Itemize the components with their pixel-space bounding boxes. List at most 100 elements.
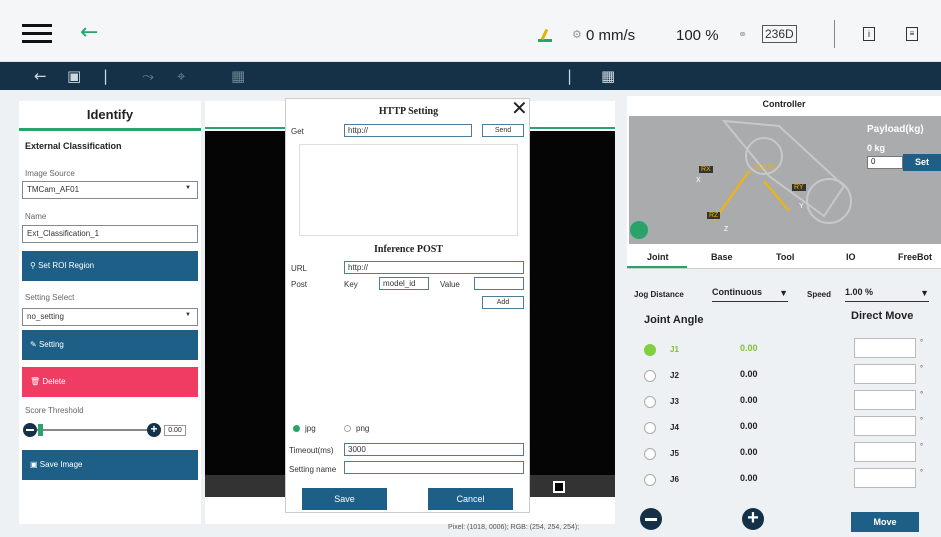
inference-title: Inference POST bbox=[374, 244, 443, 255]
score-slider[interactable]: + bbox=[23, 423, 163, 437]
joint-radio[interactable] bbox=[644, 448, 656, 460]
payload-set-button[interactable]: Set bbox=[903, 154, 941, 171]
get-url-input[interactable]: http:// bbox=[344, 124, 472, 137]
add-button[interactable]: Add bbox=[482, 296, 524, 309]
post-url-input[interactable]: http:// bbox=[344, 261, 524, 274]
tab-freebot[interactable]: FreeBot bbox=[898, 252, 932, 262]
joint-row: J1 0.00 ° bbox=[644, 338, 941, 362]
direct-move-input[interactable] bbox=[854, 364, 916, 384]
direct-move-input[interactable] bbox=[854, 390, 916, 410]
jpg-label: jpg bbox=[305, 424, 316, 433]
jog-minus-button[interactable] bbox=[640, 508, 662, 530]
joint-name: J1 bbox=[670, 345, 679, 354]
joint-radio[interactable] bbox=[644, 396, 656, 408]
send-button[interactable]: Send bbox=[482, 124, 524, 137]
image-icon: ▣ bbox=[30, 460, 40, 469]
joint-row: J5 0.00 ° bbox=[644, 442, 941, 466]
move-button[interactable]: Move bbox=[851, 512, 919, 532]
tab-joint[interactable]: Joint bbox=[647, 252, 669, 262]
robot-status-indicator bbox=[630, 221, 648, 239]
image-source-select[interactable]: TMCam_AF01 ▼ bbox=[22, 181, 198, 199]
cancel-button[interactable]: Cancel bbox=[428, 488, 513, 510]
image-source-label: Image Source bbox=[25, 169, 75, 178]
direct-move-input[interactable] bbox=[854, 442, 916, 462]
joint-radio[interactable] bbox=[644, 474, 656, 486]
setting-name-input[interactable] bbox=[344, 461, 524, 474]
joint-angle-label: Joint Angle bbox=[644, 314, 704, 326]
key-input[interactable]: model_id bbox=[379, 277, 429, 290]
dialog-title: HTTP Setting bbox=[378, 106, 439, 117]
jog-plus-button[interactable]: + bbox=[742, 508, 764, 530]
notes-icon[interactable]: ≡ bbox=[906, 27, 918, 41]
setting-button[interactable]: ✎ Setting bbox=[22, 330, 198, 360]
tab-base[interactable]: Base bbox=[711, 252, 733, 262]
joint-value: 0.00 bbox=[740, 369, 758, 379]
controller-panel: Controller (0,0,0) RX X RY Y RZ Z Payloa… bbox=[627, 96, 941, 247]
joint-value: 0.00 bbox=[740, 473, 758, 483]
hamburger-menu-icon[interactable] bbox=[22, 24, 52, 44]
direct-move-input[interactable] bbox=[854, 416, 916, 436]
info-icon[interactable]: i bbox=[863, 27, 875, 41]
dropdown-arrow-icon: ▼ bbox=[185, 185, 191, 191]
joint-radio[interactable] bbox=[644, 344, 656, 356]
tab-io[interactable]: IO bbox=[846, 252, 856, 262]
joint-value: 0.00 bbox=[740, 447, 758, 457]
png-radio[interactable] bbox=[344, 425, 351, 432]
joint-value: 0.00 bbox=[740, 395, 758, 405]
timeout-label: Timeout(ms) bbox=[289, 446, 334, 455]
payload-label: Payload(kg) bbox=[867, 124, 924, 135]
trash-icon: 🗑 bbox=[30, 377, 43, 386]
axis-z: Z bbox=[724, 226, 729, 233]
jog-speed-select[interactable]: 1.00 % ▼ bbox=[845, 287, 929, 302]
value-input[interactable] bbox=[474, 277, 524, 290]
table-icon[interactable]: ▦ bbox=[601, 67, 615, 85]
point-icon[interactable]: ⌖ bbox=[177, 67, 185, 85]
dropdown-arrow-icon: ▼ bbox=[920, 288, 929, 298]
path-icon[interactable]: ⤳ bbox=[142, 67, 154, 85]
name-label: Name bbox=[25, 212, 47, 221]
post-label: Post bbox=[291, 280, 308, 289]
fit-view-icon[interactable] bbox=[553, 481, 565, 493]
setting-select[interactable]: no_setting ▼ bbox=[22, 308, 198, 326]
response-textarea[interactable] bbox=[299, 144, 518, 236]
close-icon[interactable]: ✕ bbox=[511, 96, 528, 120]
separator-icon: | bbox=[567, 67, 573, 85]
save-image-button[interactable]: ▣ Save Image bbox=[22, 450, 198, 480]
joint-row: J4 0.00 ° bbox=[644, 416, 941, 440]
save-button[interactable]: Save bbox=[302, 488, 387, 510]
robot-view: (0,0,0) RX X RY Y RZ Z Payload(kg) 0 kg … bbox=[629, 116, 941, 244]
speed-mode-icon: ⚙ bbox=[572, 29, 582, 41]
score-threshold-label: Score Threshold bbox=[25, 406, 84, 415]
save-icon[interactable]: ▣ bbox=[67, 67, 81, 85]
timeout-input[interactable]: 3000 bbox=[344, 443, 524, 456]
direct-move-label: Direct Move bbox=[851, 310, 914, 322]
tab-tool[interactable]: Tool bbox=[776, 252, 794, 262]
flow-toolbar: ← ▣ | ⤳ ⌖ ▦ | ▦ bbox=[0, 62, 941, 90]
delete-button[interactable]: 🗑 Delete bbox=[22, 367, 198, 397]
slider-handle[interactable] bbox=[38, 424, 43, 436]
plus-icon[interactable]: + bbox=[147, 423, 161, 437]
jog-distance-select[interactable]: Continuous ▼ bbox=[712, 287, 788, 302]
payload-input[interactable]: 0 bbox=[867, 156, 903, 169]
controller-title: Controller bbox=[762, 99, 806, 109]
jpg-radio[interactable] bbox=[293, 425, 300, 432]
back-icon[interactable]: ← bbox=[34, 67, 47, 85]
joint-radio[interactable] bbox=[644, 370, 656, 382]
minus-icon[interactable] bbox=[23, 423, 37, 437]
key-label: Key bbox=[344, 280, 358, 289]
joint-radio[interactable] bbox=[644, 422, 656, 434]
grid-tool-icon[interactable]: ▦ bbox=[231, 67, 245, 85]
joint-name: J6 bbox=[670, 475, 679, 484]
set-roi-button[interactable]: ⚲ Set ROI Region bbox=[22, 251, 198, 281]
axis-rx: RX bbox=[699, 166, 713, 173]
degree-unit: ° bbox=[920, 390, 924, 399]
image-source-value: TMCam_AF01 bbox=[27, 185, 80, 194]
slider-track bbox=[37, 429, 149, 431]
axis-rz: RZ bbox=[707, 212, 721, 219]
back-arrow-icon[interactable]: ← bbox=[80, 20, 98, 45]
direct-move-input[interactable] bbox=[854, 468, 916, 488]
title-underline bbox=[19, 128, 201, 131]
robot-arm-illustration bbox=[630, 119, 852, 239]
name-input[interactable]: Ext_Classification_1 bbox=[22, 225, 198, 243]
direct-move-input[interactable] bbox=[854, 338, 916, 358]
